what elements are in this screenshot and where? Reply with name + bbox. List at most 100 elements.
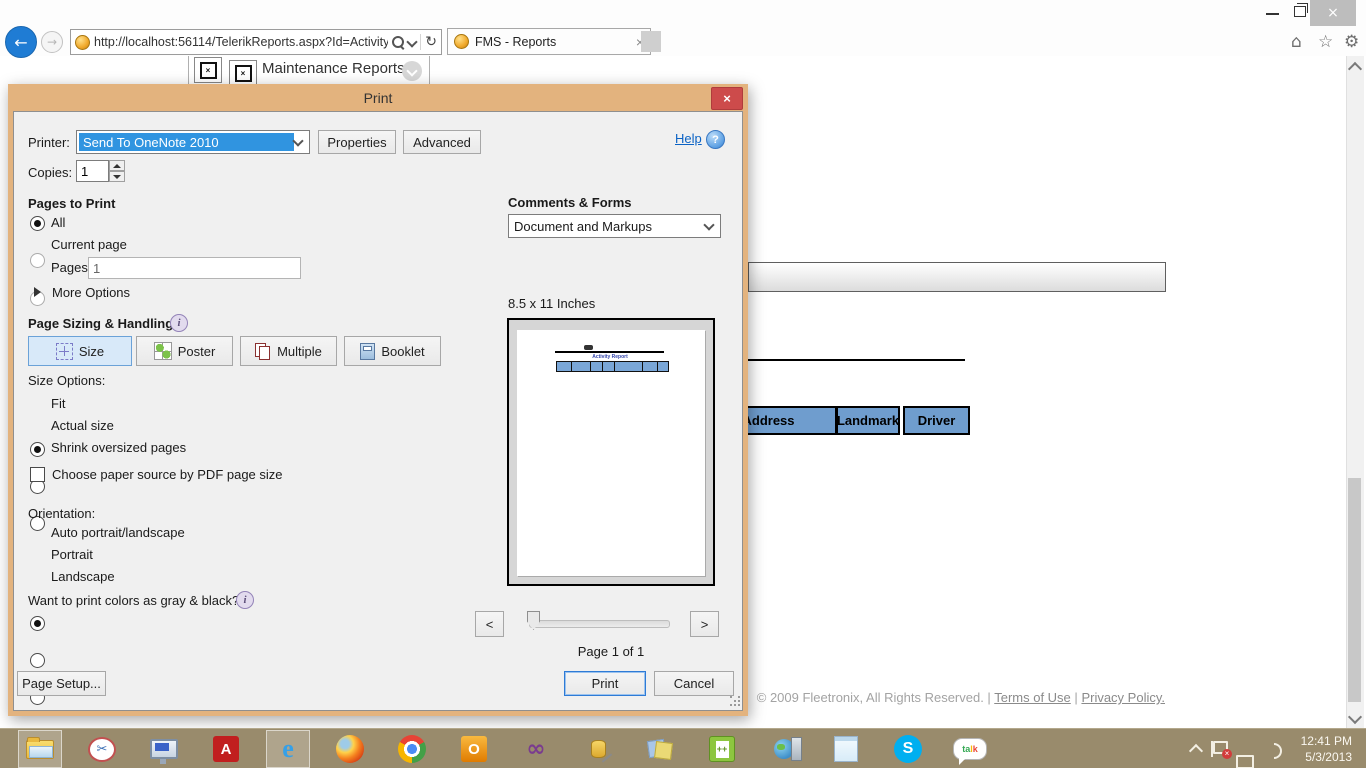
taskbar-google-talk[interactable]: ta l k <box>948 730 992 768</box>
favorites-star-icon[interactable]: ☆ <box>1318 32 1333 52</box>
restore-button[interactable] <box>1294 3 1308 17</box>
dialog-title: Print <box>363 89 393 106</box>
show-hidden-icons-chevron[interactable] <box>1188 743 1204 759</box>
google-talk-icon: ta l k <box>953 738 987 765</box>
more-options-arrow-icon[interactable] <box>34 287 41 297</box>
page-slider-track[interactable] <box>529 620 670 628</box>
multiple-icon <box>255 343 271 360</box>
tab-fms-reports[interactable]: FMS - Reports × <box>447 28 651 55</box>
info-icon[interactable]: i <box>236 591 254 609</box>
home-icon[interactable]: ⌂ <box>1291 32 1302 52</box>
page-setup-button[interactable]: Page Setup... <box>17 671 106 696</box>
taskbar-remote-desktop[interactable] <box>142 730 186 768</box>
info-icon[interactable]: i <box>170 314 188 332</box>
multiple-mode-button[interactable]: Multiple <box>240 336 337 366</box>
chevron-down-icon[interactable] <box>406 36 418 48</box>
table-header-driver: Driver <box>903 406 970 435</box>
taskbar-notepad-plus-plus[interactable]: ++ <box>700 730 744 768</box>
page-indicator: Page 1 of 1 <box>577 644 645 659</box>
copies-spin-down[interactable] <box>109 171 125 182</box>
advanced-button[interactable]: Advanced <box>403 130 481 154</box>
poster-mode-button[interactable]: Poster <box>136 336 233 366</box>
spin-up-icon <box>113 163 121 168</box>
radio-actual-size-label: Actual size <box>51 418 114 433</box>
printer-select[interactable]: Send To OneNote 2010 <box>76 130 310 154</box>
help-question-icon[interactable]: ? <box>706 130 725 149</box>
taskbar-outlook[interactable]: O <box>452 730 496 768</box>
pages-range-input[interactable] <box>88 257 301 279</box>
taskbar-skype[interactable]: S <box>886 730 930 768</box>
report-dropdown-button[interactable] <box>402 61 422 81</box>
taskbar-database-tools[interactable] <box>576 730 620 768</box>
notepad-icon <box>834 736 858 762</box>
help-link[interactable]: Help <box>675 131 702 146</box>
action-center-flag-icon[interactable] <box>1211 741 1232 759</box>
print-dialog: Print × Printer: Send To OneNote 2010 Pr… <box>8 84 748 716</box>
more-options-link[interactable]: More Options <box>52 285 130 300</box>
taskbar-firefox[interactable] <box>328 730 372 768</box>
report-export-button[interactable]: × <box>229 60 257 86</box>
radio-auto-orientation-label: Auto portrait/landscape <box>51 525 185 540</box>
copies-input[interactable] <box>76 160 109 182</box>
window-close-button[interactable]: × <box>1310 0 1356 26</box>
radio-current-page-label: Current page <box>51 237 127 252</box>
tray-clock[interactable]: 12:41 PM 5/3/2013 <box>1288 733 1352 765</box>
minimize-button[interactable] <box>1266 13 1279 15</box>
new-tab-button[interactable] <box>641 31 661 52</box>
radio-portrait[interactable] <box>30 653 45 668</box>
table-header-landmark: Landmark <box>836 406 900 435</box>
printer-label: Printer: <box>28 135 70 150</box>
taskbar-notepad[interactable] <box>824 730 868 768</box>
size-mode-button[interactable]: Size <box>28 336 132 366</box>
browser-chrome: × ← → http://localhost:56114/TelerikRepo… <box>0 0 1366 58</box>
address-bar[interactable]: http://localhost:56114/TelerikReports.as… <box>70 29 442 55</box>
taskbar-web-server[interactable] <box>762 730 806 768</box>
volume-waves-icon[interactable] <box>1274 743 1282 759</box>
taskbar-visual-studio[interactable]: ∞ <box>514 730 558 768</box>
paper-source-checkbox[interactable] <box>30 467 45 482</box>
close-icon: × <box>723 91 731 106</box>
radio-fit-label: Fit <box>51 396 66 411</box>
refresh-icon[interactable]: ↻ <box>425 34 437 50</box>
prev-page-button[interactable]: < <box>475 611 504 637</box>
forward-icon: → <box>46 35 58 49</box>
resize-grip[interactable] <box>730 696 732 698</box>
terms-of-use-link[interactable]: Terms of Use <box>994 690 1071 705</box>
copies-spin-up[interactable] <box>109 160 125 171</box>
radio-current-page[interactable] <box>30 253 45 268</box>
taskbar-file-explorer[interactable] <box>18 730 62 768</box>
next-page-button[interactable]: > <box>690 611 719 637</box>
radio-all[interactable] <box>30 216 45 231</box>
comments-forms-select[interactable]: Document and Markups <box>508 214 721 238</box>
taskbar-internet-explorer[interactable]: e <box>266 730 310 768</box>
report-parameter-bar[interactable] <box>748 262 1166 292</box>
print-button[interactable]: Print <box>564 671 646 696</box>
taskbar-snipping-tool[interactable]: ✂ <box>80 730 124 768</box>
taskbar-chrome[interactable] <box>390 730 434 768</box>
outlook-icon: O <box>461 736 487 762</box>
cancel-button[interactable]: Cancel <box>654 671 734 696</box>
web-server-icon <box>774 737 802 761</box>
dialog-close-button[interactable]: × <box>711 87 743 110</box>
report-save-button[interactable]: × <box>194 57 222 83</box>
forward-button[interactable]: → <box>41 31 63 53</box>
taskbar-sticky-notes[interactable] <box>638 730 682 768</box>
notepad-plus-plus-icon: ++ <box>709 736 735 762</box>
network-icon[interactable] <box>1236 755 1254 768</box>
url-text[interactable]: http://localhost:56114/TelerikReports.as… <box>94 35 388 49</box>
taskbar-adobe-reader[interactable]: A <box>204 730 248 768</box>
booklet-mode-button[interactable]: Booklet <box>344 336 441 366</box>
search-icon[interactable] <box>392 36 405 48</box>
radio-auto-orientation[interactable] <box>30 616 45 631</box>
radio-fit[interactable] <box>30 442 45 457</box>
size-options-label: Size Options: <box>28 373 106 388</box>
settings-gear-icon[interactable]: ⚙ <box>1344 32 1359 52</box>
preview-table-header <box>556 361 669 372</box>
properties-button[interactable]: Properties <box>318 130 396 154</box>
back-button[interactable]: ← <box>5 26 37 58</box>
scrollbar-thumb[interactable] <box>1348 478 1361 702</box>
report-dropdown-label[interactable]: Maintenance Reports <box>262 60 405 77</box>
privacy-policy-link[interactable]: Privacy Policy. <box>1081 690 1165 705</box>
adobe-reader-icon: A <box>213 736 239 762</box>
remote-desktop-icon <box>150 739 178 764</box>
